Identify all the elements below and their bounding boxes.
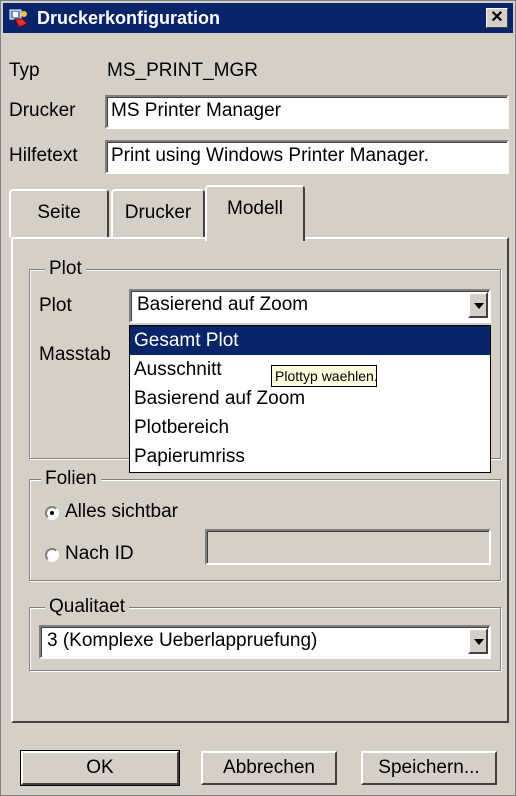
chevron-down-icon[interactable] (468, 628, 488, 654)
qualitaet-select-value: 3 (Komplexe Ueberlappruefung) (47, 630, 318, 651)
close-button[interactable]: ✕ (486, 8, 508, 28)
plot-label: Plot (39, 295, 72, 316)
cancel-button[interactable]: Abbrechen (201, 751, 337, 785)
save-button[interactable]: Speichern... (361, 751, 497, 785)
drucker-field[interactable]: MS Printer Manager (105, 95, 509, 129)
plot-group-legend: Plot (45, 258, 86, 280)
hilfetext-label: Hilfetext (9, 145, 78, 166)
typ-label: Typ (9, 60, 40, 81)
alles-sichtbar-label[interactable]: Alles sichtbar (65, 500, 178, 524)
printer-config-icon (9, 9, 28, 28)
typ-value: MS_PRINT_MGR (107, 60, 258, 81)
ok-button[interactable]: OK (20, 750, 180, 786)
tooltip: Plottyp waehlen. (271, 365, 378, 387)
tab-seite[interactable]: Seite (9, 189, 109, 237)
tab-drucker[interactable]: Drucker (111, 189, 205, 237)
nach-id-label[interactable]: Nach ID (65, 542, 134, 566)
close-icon: ✕ (490, 9, 504, 26)
id-field[interactable] (205, 529, 491, 565)
tab-modell[interactable]: Modell (205, 185, 305, 241)
plot-select-value: Basierend auf Zoom (137, 294, 309, 315)
dropdown-option-plotbereich[interactable]: Plotbereich (130, 413, 490, 442)
printer-config-dialog: Druckerkonfiguration ✕ Typ MS_PRINT_MGR … (0, 0, 516, 796)
dropdown-option-basierend-auf-zoom[interactable]: Basierend auf Zoom (130, 384, 490, 413)
qualitaet-group-legend: Qualitaet (45, 596, 130, 618)
drucker-label: Drucker (9, 100, 76, 121)
dropdown-option-papierumriss[interactable]: Papierumriss (130, 442, 490, 471)
radio-nach-id[interactable] (45, 548, 59, 562)
title-bar[interactable]: Druckerkonfiguration ✕ (3, 3, 513, 33)
radio-alles-sichtbar[interactable] (45, 506, 59, 520)
masstab-label: Masstab (39, 344, 111, 365)
chevron-down-icon[interactable] (468, 292, 488, 318)
window-title: Druckerkonfiguration (37, 8, 221, 28)
hilfetext-field[interactable]: Print using Windows Printer Manager. (105, 140, 509, 174)
plot-select[interactable]: Basierend auf Zoom (129, 289, 491, 323)
plot-dropdown-list: Gesamt Plot Ausschnitt Basierend auf Zoo… (129, 325, 491, 473)
folien-group-legend: Folien (41, 468, 101, 490)
dropdown-option-gesamt-plot[interactable]: Gesamt Plot (130, 326, 490, 355)
qualitaet-select[interactable]: 3 (Komplexe Ueberlappruefung) (39, 625, 491, 659)
